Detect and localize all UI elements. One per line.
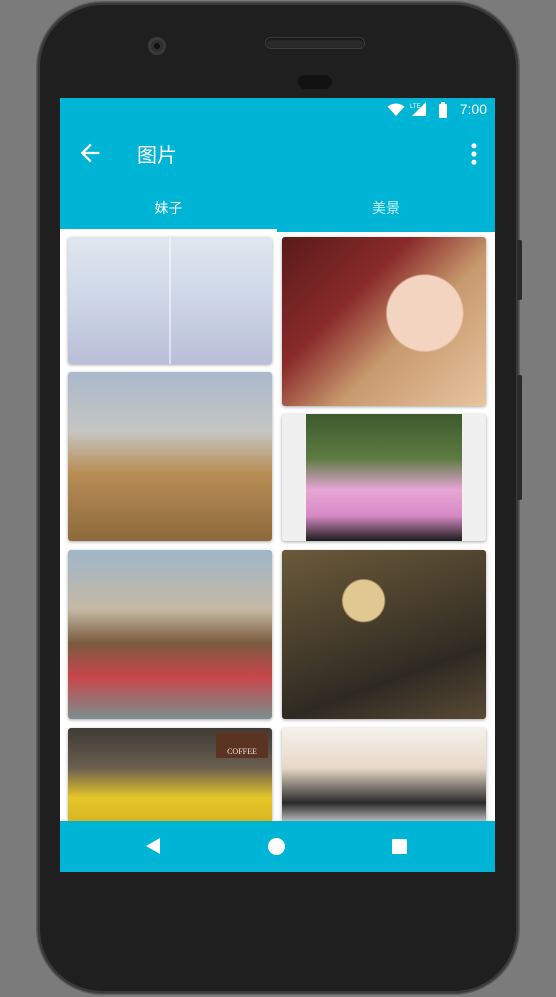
image-grid: COFFEE: [60, 232, 495, 821]
system-nav-bar: [60, 821, 495, 872]
cell-signal-icon: LTE: [410, 102, 426, 116]
image-card[interactable]: [282, 237, 486, 406]
more-vert-icon[interactable]: [469, 140, 479, 168]
front-camera: [148, 37, 166, 55]
network-type-label: LTE: [410, 104, 421, 110]
tab-label: 美景: [372, 201, 400, 217]
tab-girls[interactable]: 妹子: [60, 184, 277, 232]
page-title: 图片: [137, 143, 177, 167]
clock: 7:00: [459, 101, 487, 117]
tab-label: 妹子: [154, 201, 183, 217]
tab-scenery[interactable]: 美景: [277, 184, 495, 232]
image-card[interactable]: [68, 550, 272, 719]
nav-recents-icon[interactable]: [392, 839, 407, 854]
arrow-back-icon[interactable]: [76, 139, 104, 167]
nav-home-icon[interactable]: [268, 838, 285, 855]
wifi-icon: [387, 103, 405, 116]
tab-bar: 妹子 美景: [60, 184, 495, 232]
image-card[interactable]: [282, 414, 486, 541]
status-bar: LTE 7:00: [60, 98, 495, 122]
volume-rocker[interactable]: [517, 375, 522, 500]
image-card[interactable]: [68, 372, 272, 541]
nav-back-icon[interactable]: [146, 838, 160, 854]
panel-divider: [169, 237, 171, 364]
image-card[interactable]: [68, 237, 272, 364]
image-card[interactable]: [282, 550, 486, 719]
earpiece-speaker: [266, 38, 364, 48]
screen: LTE 7:00 图片 妹子 美景 COFFEE: [60, 98, 495, 872]
power-button[interactable]: [517, 240, 522, 300]
image-card[interactable]: [282, 728, 486, 821]
image-card[interactable]: COFFEE: [68, 728, 272, 821]
battery-icon: [439, 102, 447, 118]
photo: [306, 414, 462, 541]
cafe-sign: COFFEE: [216, 732, 268, 758]
app-bar: 图片: [60, 122, 495, 184]
proximity-sensor: [298, 75, 332, 89]
